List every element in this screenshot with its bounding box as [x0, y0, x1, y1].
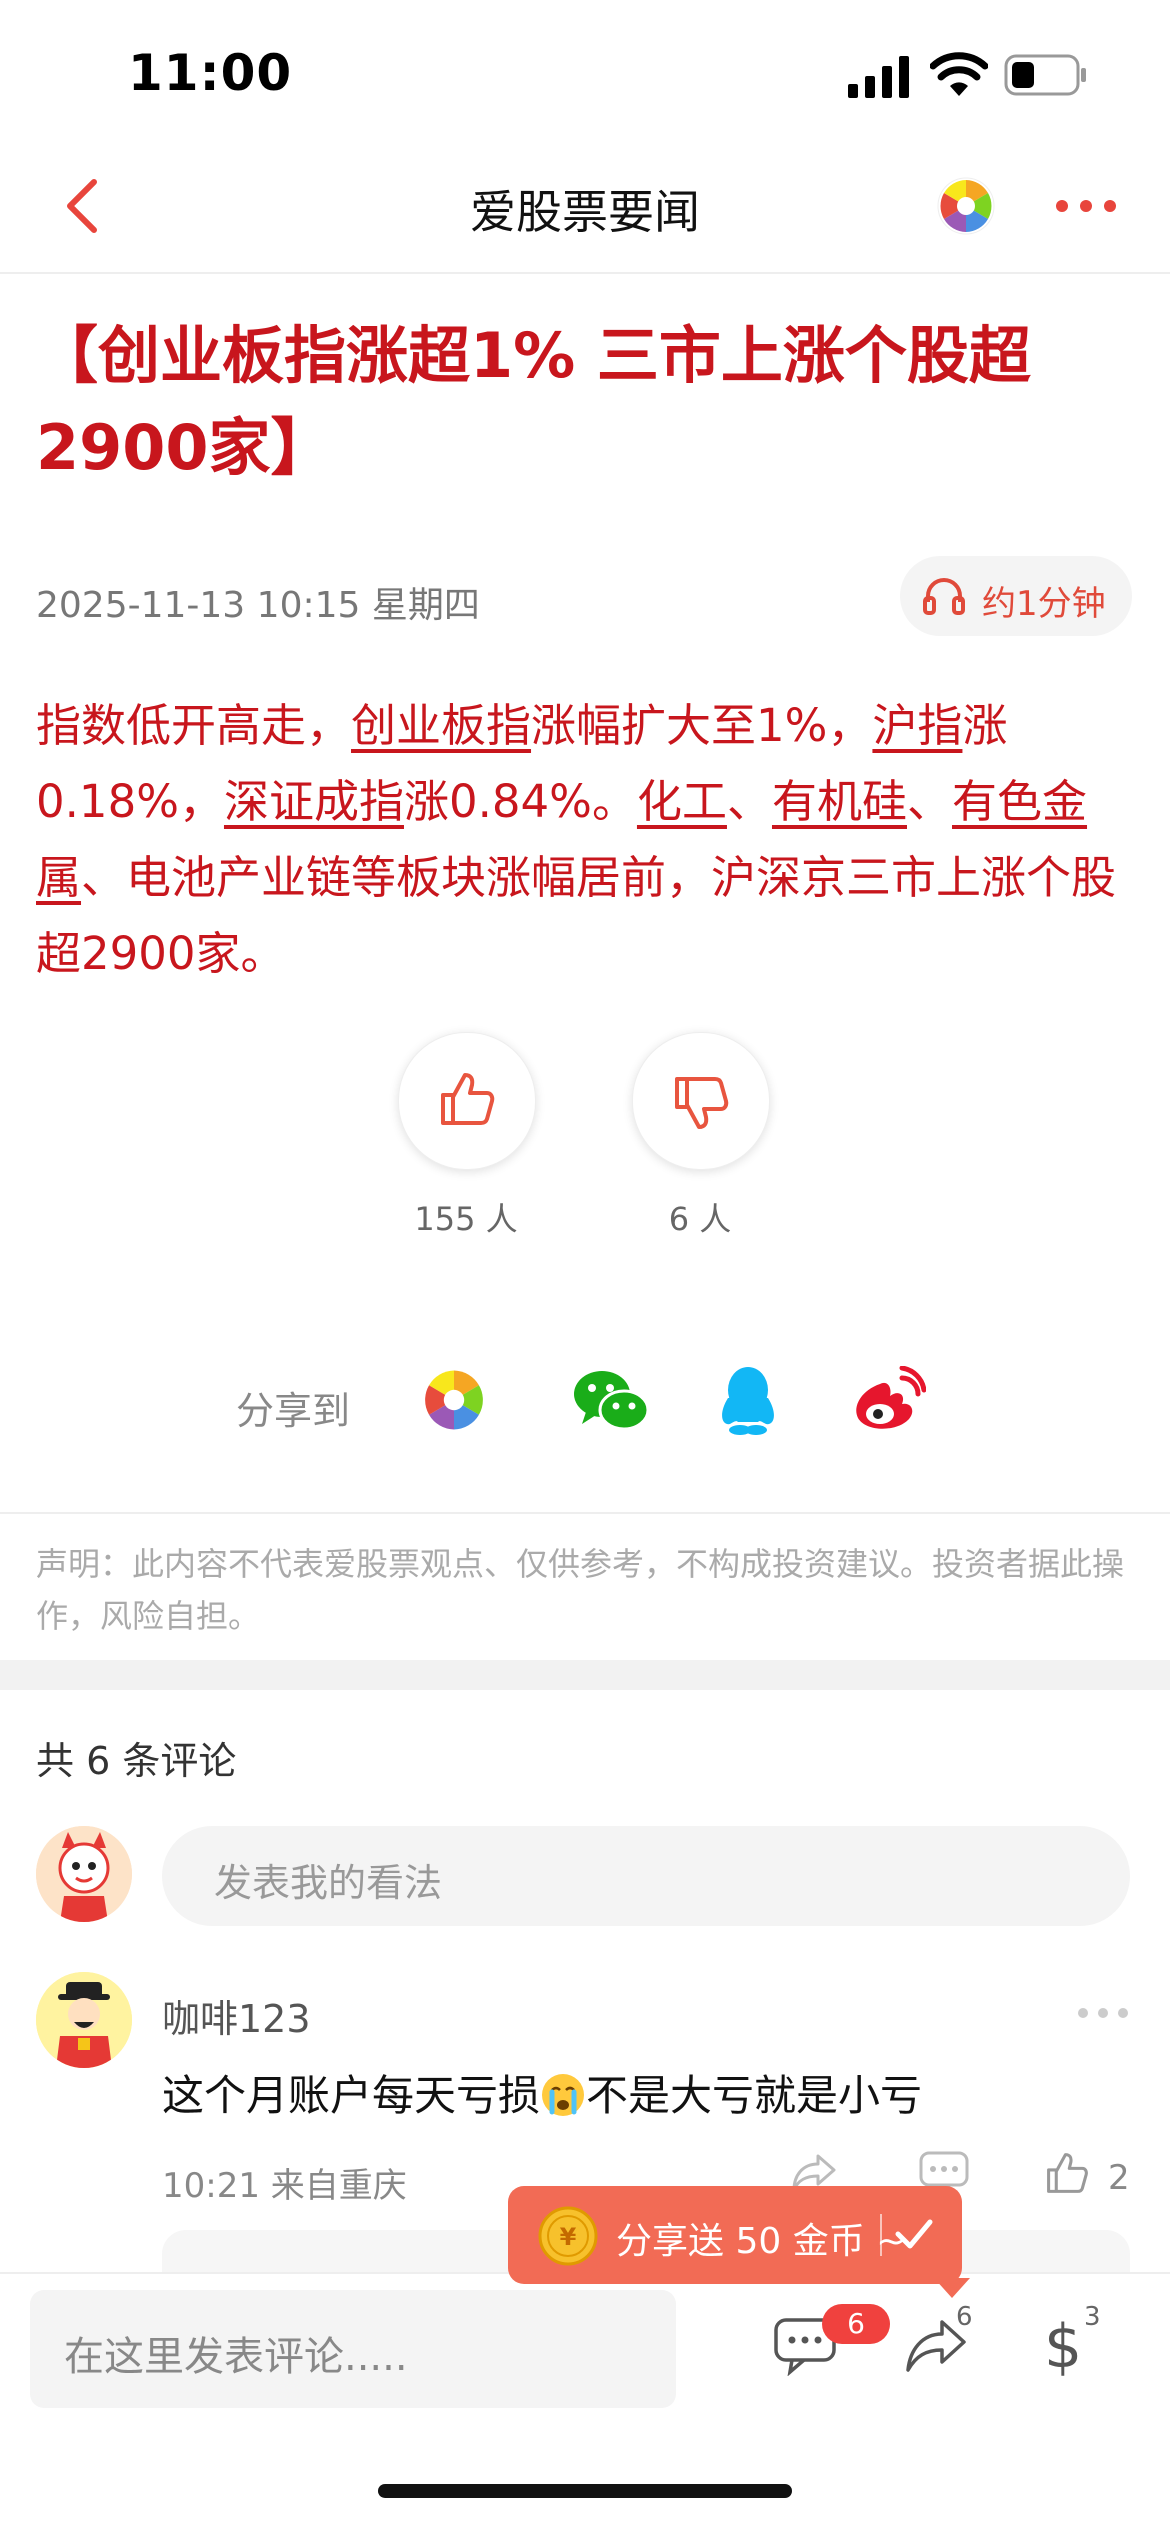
nav-divider — [0, 272, 1170, 274]
coin-tip-text: 分享送 50 金币 ~ — [616, 2221, 907, 2262]
svg-text:¥: ¥ — [560, 2223, 577, 2251]
status-time: 11:00 — [128, 44, 293, 102]
wechat-icon[interactable] — [572, 1368, 650, 1434]
body-text-segment: 涨0.84%。 — [403, 775, 637, 828]
body-text-segment: 、电池产业链等板块涨幅居前，沪深京三市上涨个股超2900家。 — [36, 851, 1117, 980]
comment-more-icon[interactable] — [1076, 2006, 1130, 2020]
share-label: 分享到 — [236, 1389, 351, 1433]
share-divider — [0, 1512, 1170, 1514]
comment-count-badge: 6 — [822, 2304, 890, 2344]
tooltip-divider — [880, 2214, 882, 2256]
thumbs-down-icon — [675, 1077, 729, 1129]
comment-count-label: 共 6 条评论 — [36, 1739, 237, 1783]
commenter-username[interactable]: 咖啡123 — [162, 1988, 311, 2043]
dislike-count: 6 人 — [668, 1200, 732, 1238]
tooltip-arrow — [934, 2278, 970, 2298]
check-icon[interactable] — [892, 2214, 936, 2254]
reward-dollar-icon[interactable]: $ — [1044, 2312, 1082, 2382]
section-separator — [0, 1660, 1170, 1690]
cellular-signal-icon — [848, 56, 909, 98]
like-count: 155 人 — [414, 1200, 518, 1238]
disclaimer-text: 声明：此内容不代表爱股票观点、仅供参考，不构成投资建议。投资者据此操作，风险自担… — [36, 1545, 1125, 1635]
battery-icon — [1004, 54, 1086, 96]
aigupiao-logo-icon[interactable] — [936, 176, 996, 236]
comment-text: 这个月账户每天亏损 不是大亏就是小亏 — [162, 2062, 922, 2123]
wifi-icon — [930, 52, 988, 96]
comment-time-location: 10:21 来自重庆 — [162, 2166, 407, 2206]
comment-like-icon[interactable] — [1044, 2150, 1090, 2196]
commenter-avatar[interactable] — [36, 1972, 132, 2068]
reward-count: 3 — [1084, 2302, 1101, 2332]
qq-icon[interactable] — [718, 1364, 778, 1436]
comment-text-part: 不是大亏就是小亏 — [586, 2071, 923, 2120]
body-text-segment: 、 — [726, 775, 772, 828]
god-of-wealth-avatar-icon — [36, 1972, 132, 2068]
comment-like-count: 2 — [1108, 2158, 1130, 2198]
aigupiao-icon[interactable] — [420, 1366, 488, 1434]
headphones-icon — [923, 578, 965, 615]
body-text-segment: 涨幅扩大至1%， — [531, 699, 873, 752]
article-body: 指数低开高走，创业板指涨幅扩大至1%，沪指涨0.18%，深证成指涨0.84%。化… — [36, 688, 1136, 992]
devil-avatar-icon — [36, 1826, 132, 1922]
like-button[interactable] — [398, 1032, 536, 1170]
listen-duration: 约1分钟 — [982, 584, 1106, 624]
article-headline: 【创业板指涨超1% 三市上涨个股超2900家】 — [36, 319, 1031, 484]
crying-face-emoji-icon — [542, 2074, 585, 2116]
article-date: 2025-11-13 10:15 星期四 — [36, 585, 480, 626]
bottom-comment-placeholder: 在这里发表评论..... — [64, 2334, 408, 2380]
my-avatar — [36, 1826, 132, 1922]
thumbs-up-icon — [441, 1073, 495, 1125]
gold-coin-icon: ¥ — [538, 2206, 598, 2266]
body-text-segment: 指数低开高走， — [36, 699, 352, 752]
link-shenzhen-component-index[interactable]: 深证成指 — [224, 775, 404, 828]
more-options-icon[interactable] — [1054, 198, 1118, 214]
comment-text-part: 这个月账户每天亏损 — [162, 2071, 541, 2120]
comment-input-placeholder: 发表我的看法 — [214, 1861, 443, 1905]
weibo-icon[interactable] — [850, 1366, 926, 1434]
link-silicone[interactable]: 有机硅 — [772, 775, 907, 828]
link-shanghai-index[interactable]: 沪指 — [872, 699, 962, 752]
link-chinext-index[interactable]: 创业板指 — [351, 699, 531, 752]
home-indicator — [378, 2484, 792, 2498]
body-text-segment: 、 — [907, 775, 953, 828]
dislike-button[interactable] — [632, 1032, 770, 1170]
link-chemicals[interactable]: 化工 — [637, 775, 727, 828]
share-count: 6 — [956, 2302, 973, 2332]
